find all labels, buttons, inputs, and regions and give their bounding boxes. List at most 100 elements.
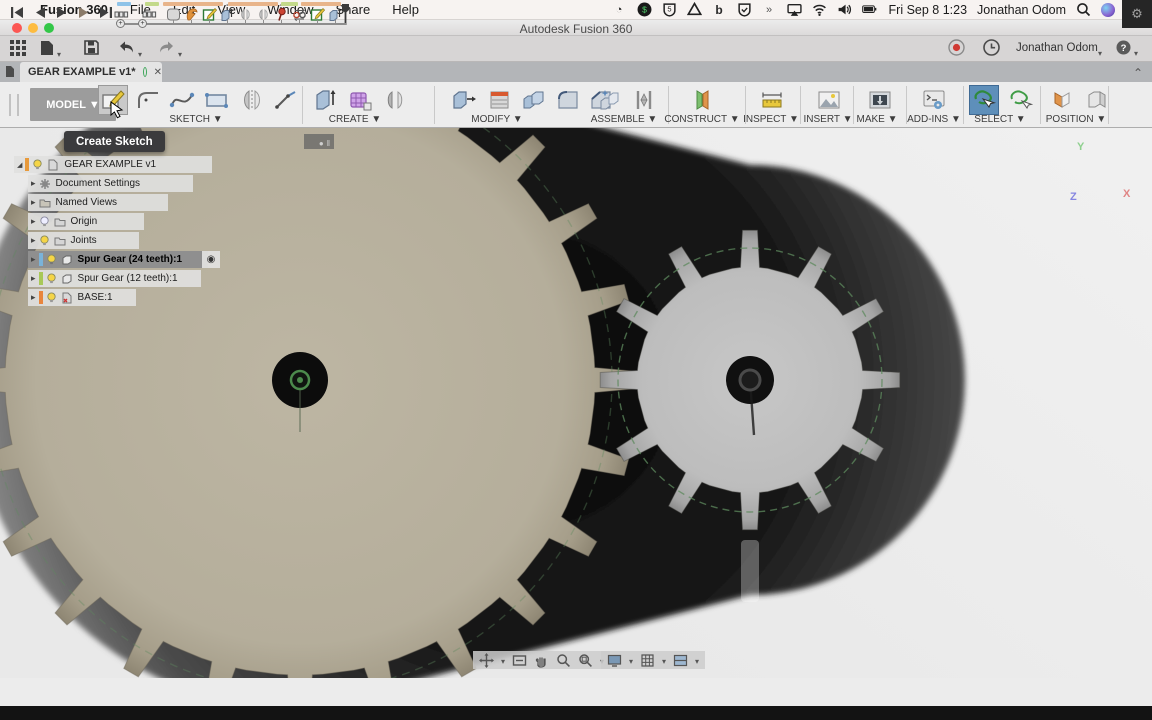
airplay-icon[interactable]	[787, 2, 802, 17]
section-label-create[interactable]: CREATE ▼	[329, 114, 382, 125]
browser-item-label[interactable]: Document Settings	[56, 178, 141, 189]
construct-plane-button[interactable]	[688, 86, 716, 114]
grid-snap-caret[interactable]	[662, 651, 666, 669]
section-label-assemble[interactable]: ASSEMBLE ▼	[591, 114, 658, 125]
browser-item-spur-gear-24[interactable]: Spur Gear (24 teeth):1	[28, 251, 208, 268]
save-button[interactable]	[84, 40, 99, 60]
press-pull-button[interactable]	[450, 86, 478, 114]
expand-caret-icon[interactable]	[14, 159, 25, 170]
spotlight-search-icon[interactable]	[1076, 2, 1091, 17]
browser-item-spur-gear-12[interactable]: Spur Gear (12 teeth):1	[28, 270, 201, 287]
account-caret[interactable]	[1098, 43, 1102, 61]
panel-dot-icon[interactable]	[319, 133, 324, 151]
select-tool-button[interactable]	[970, 86, 998, 114]
zoom-window-icon[interactable]	[578, 653, 593, 668]
sketch-rectangle-button[interactable]	[203, 86, 231, 114]
file-menu-icon[interactable]	[40, 40, 54, 61]
menu-help[interactable]: Help	[392, 2, 419, 17]
menubar-clock[interactable]: Fri Sep 8 1:23	[889, 3, 968, 17]
create-mirror-button[interactable]	[381, 86, 409, 114]
file-menu-caret[interactable]	[57, 44, 61, 62]
visibility-bulb-icon[interactable]	[46, 292, 57, 303]
browser-item-label[interactable]: BASE:1	[78, 292, 113, 303]
pan-hand-icon[interactable]	[534, 653, 549, 668]
section-label-addins[interactable]: ADD-INS ▼	[907, 114, 961, 125]
expand-caret-icon[interactable]	[28, 178, 39, 189]
slider-handle-right[interactable]: +	[138, 19, 147, 28]
account-user-name[interactable]: Jonathan Odom	[1016, 42, 1098, 54]
battery-icon[interactable]	[862, 2, 877, 17]
section-label-make[interactable]: MAKE ▼	[856, 114, 897, 125]
visibility-bulb-icon[interactable]	[46, 273, 57, 284]
grid-snap-icon[interactable]	[640, 653, 655, 668]
undo-button[interactable]	[118, 40, 135, 59]
expand-caret-icon[interactable]	[28, 254, 39, 265]
bear-icon[interactable]: b	[712, 2, 727, 17]
redo-button[interactable]	[158, 40, 175, 59]
visibility-bulb-icon[interactable]	[39, 235, 50, 246]
shield-5-icon[interactable]: 5	[662, 2, 677, 17]
section-label-position[interactable]: POSITION ▼	[1046, 114, 1106, 125]
shield-check-icon[interactable]	[737, 2, 752, 17]
menubar-user[interactable]: Jonathan Odom	[977, 3, 1066, 17]
browser-item-label[interactable]: Origin	[71, 216, 98, 227]
slider-handle-left[interactable]: +	[116, 19, 125, 28]
expand-caret-icon[interactable]	[28, 273, 39, 284]
browser-item-label[interactable]: Named Views	[56, 197, 118, 208]
measure-button[interactable]	[758, 86, 786, 114]
display-settings-icon[interactable]	[607, 653, 622, 668]
sketch-mirror-button[interactable]	[238, 86, 266, 114]
browser-item-label[interactable]: Spur Gear (12 teeth):1	[78, 273, 178, 284]
activate-component-radio[interactable]	[202, 251, 220, 268]
viewports-icon[interactable]	[673, 653, 688, 668]
section-label-modify[interactable]: MODIFY ▼	[471, 114, 522, 125]
visibility-bulb-icon[interactable]	[39, 216, 50, 227]
sketch-line-button[interactable]	[272, 86, 300, 114]
model-viewport[interactable]	[0, 128, 1152, 678]
timeline-step-forward-button[interactable]	[78, 6, 90, 24]
browser-item-root[interactable]: GEAR EXAMPLE v1	[14, 156, 212, 173]
timeline-step-back-button[interactable]	[34, 6, 46, 24]
select-paint-button[interactable]	[1006, 86, 1034, 114]
make-3d-print-button[interactable]	[866, 86, 894, 114]
extrude-button[interactable]	[312, 86, 340, 114]
capture-position-button[interactable]	[1048, 86, 1076, 114]
section-label-construct[interactable]: CONSTRUCT ▼	[664, 114, 739, 125]
job-status-clock-icon[interactable]	[983, 39, 1000, 61]
new-component-button[interactable]	[596, 86, 624, 114]
record-button[interactable]	[948, 39, 965, 61]
app-launcher-icon[interactable]	[10, 40, 26, 61]
tab-close-icon[interactable]	[147, 66, 162, 78]
expand-caret-icon[interactable]	[28, 235, 39, 246]
browser-item-joints[interactable]: Joints	[28, 232, 139, 249]
siri-icon[interactable]	[1101, 3, 1115, 17]
document-icon[interactable]	[5, 65, 15, 83]
help-button[interactable]: ?	[1116, 40, 1131, 60]
expand-caret-icon[interactable]	[28, 216, 39, 227]
undo-caret[interactable]	[138, 44, 142, 62]
section-label-inspect[interactable]: INSPECT ▼	[743, 114, 799, 125]
wifi-icon[interactable]	[812, 2, 827, 17]
redo-caret[interactable]	[178, 44, 182, 62]
collapse-toolbar-chevron[interactable]	[1133, 64, 1143, 82]
browser-item-named-views[interactable]: Named Views	[28, 194, 168, 211]
joint-button[interactable]	[630, 86, 658, 114]
create-form-button[interactable]	[346, 86, 374, 114]
sketch-spline-button[interactable]	[168, 86, 196, 114]
fillet-button[interactable]	[554, 86, 582, 114]
combine-button[interactable]	[520, 86, 548, 114]
expand-caret-icon[interactable]	[28, 292, 39, 303]
browser-item-label[interactable]: GEAR EXAMPLE v1	[64, 159, 156, 170]
timeline-settings-gear-icon[interactable]: ⚙	[1122, 0, 1152, 28]
panel-resize-handle[interactable]	[304, 134, 334, 149]
orbit-caret[interactable]	[501, 651, 505, 669]
forward-arrows-icon[interactable]: »	[762, 2, 777, 17]
timeline-play-button[interactable]	[56, 6, 68, 24]
section-label-sketch[interactable]: SKETCH ▼	[169, 114, 222, 125]
visibility-bulb-icon[interactable]	[46, 254, 57, 265]
section-label-select[interactable]: SELECT ▼	[974, 114, 1025, 125]
time-machine-icon[interactable]: ◔	[612, 2, 627, 17]
insert-image-button[interactable]	[815, 86, 843, 114]
cash-app-icon[interactable]: $	[637, 2, 652, 17]
timeline-position-marker[interactable]	[342, 4, 349, 25]
